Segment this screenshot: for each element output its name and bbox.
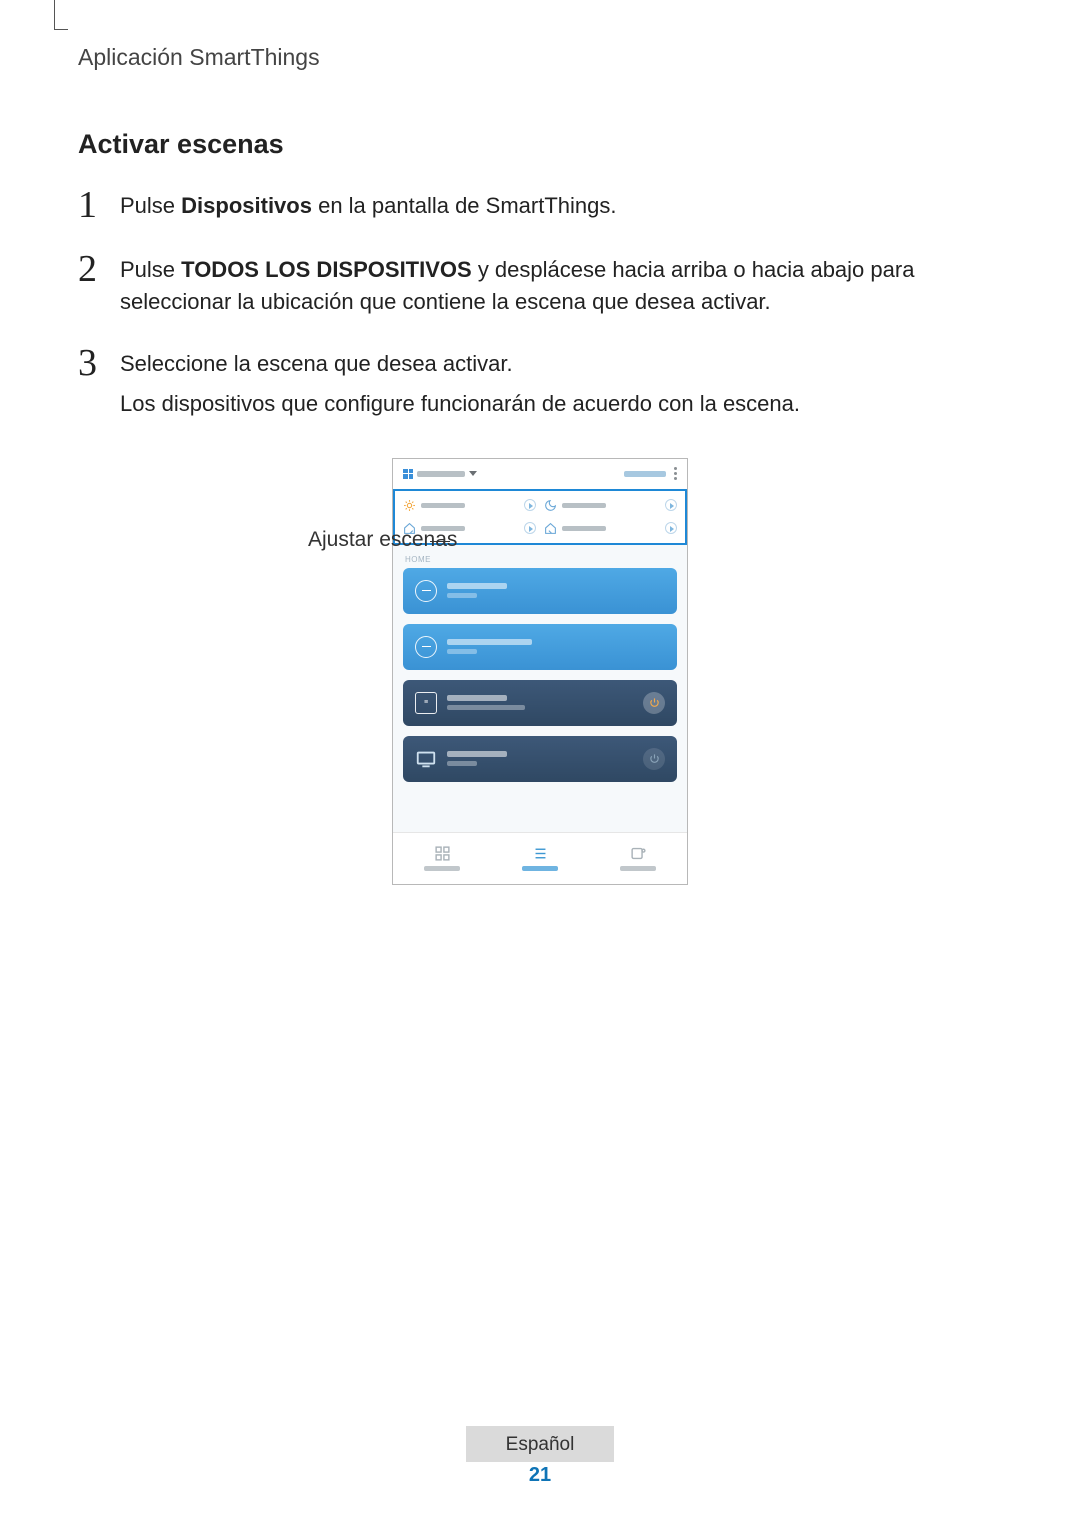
step-text-bold: Dispositivos <box>181 193 312 218</box>
ac-icon: ≡ <box>415 692 437 714</box>
tab-label <box>522 866 558 871</box>
step-number: 3 <box>78 344 120 382</box>
spacer <box>393 792 687 832</box>
tab-automations[interactable] <box>589 833 687 884</box>
device-status <box>447 705 525 710</box>
phone-topbar <box>393 459 687 489</box>
device-status <box>447 593 477 598</box>
page-content: Aplicación SmartThings Activar escenas 1… <box>0 0 1080 885</box>
device-text <box>447 695 525 710</box>
automations-icon <box>630 845 647 862</box>
page-header-title: Aplicación SmartThings <box>78 44 1002 71</box>
language-label: Español <box>466 1426 615 1462</box>
device-name <box>447 695 507 701</box>
bottom-tabbar <box>393 832 687 884</box>
play-icon[interactable] <box>524 522 536 534</box>
device-name <box>447 583 507 589</box>
step-3: 3 Seleccione la escena que desea activar… <box>78 344 1002 420</box>
tab-label <box>424 866 460 871</box>
device-card-smartthings-hub[interactable] <box>403 624 677 670</box>
device-card-list: ≡ <box>393 568 687 792</box>
chevron-down-icon <box>469 471 477 476</box>
devices-icon <box>532 845 549 862</box>
step-text-pre: Seleccione la escena que desea activar. <box>120 351 513 376</box>
home-arrive-icon <box>544 522 557 535</box>
tv-icon <box>415 748 437 770</box>
play-icon[interactable] <box>665 499 677 511</box>
tab-dashboard[interactable] <box>393 833 491 884</box>
page-footer: Español 21 <box>0 1426 1080 1487</box>
step-text-pre: Pulse <box>120 257 181 282</box>
topbar-left[interactable] <box>403 469 477 479</box>
tab-label <box>620 866 656 871</box>
device-card-wifi-hub[interactable] <box>403 568 677 614</box>
device-text <box>447 751 507 766</box>
scene-label <box>562 503 606 508</box>
crop-mark <box>54 0 68 30</box>
page-number: 21 <box>0 1464 1080 1487</box>
figure-container: Ajustar escenas <box>78 458 1002 885</box>
step-number: 1 <box>78 186 120 224</box>
all-devices-label <box>417 471 465 477</box>
topbar-right <box>624 467 677 480</box>
device-card-airconditioner[interactable]: ≡ <box>403 680 677 726</box>
device-name <box>447 751 507 757</box>
step-body: Pulse Dispositivos en la pantalla de Sma… <box>120 186 616 222</box>
hub-icon <box>415 580 437 602</box>
callout-line <box>430 541 450 542</box>
step-text-bold: TODOS LOS DISPOSITIVOS <box>181 257 472 282</box>
sun-icon <box>403 499 416 512</box>
step-number: 2 <box>78 250 120 288</box>
scene-item[interactable] <box>544 522 677 535</box>
power-icon <box>649 753 660 764</box>
device-card-tv[interactable] <box>403 736 677 782</box>
scene-label <box>562 526 606 531</box>
play-icon[interactable] <box>524 499 536 511</box>
scene-item[interactable] <box>544 499 677 512</box>
grid-icon <box>403 469 413 479</box>
power-icon <box>649 697 660 708</box>
power-button[interactable] <box>643 748 665 770</box>
callout-adjust-scenes: Ajustar escenas <box>308 528 457 552</box>
device-status <box>447 649 477 654</box>
device-text <box>447 639 532 654</box>
step-1: 1 Pulse Dispositivos en la pantalla de S… <box>78 186 1002 224</box>
step-body: Pulse TODOS LOS DISPOSITIVOS y despláces… <box>120 250 1002 318</box>
add-device-label[interactable] <box>624 471 666 477</box>
device-text <box>447 583 507 598</box>
scene-label <box>421 503 465 508</box>
power-button[interactable] <box>643 692 665 714</box>
phone-screenshot: HOME ≡ <box>392 458 688 885</box>
step-2: 2 Pulse TODOS LOS DISPOSITIVOS y desplác… <box>78 250 1002 318</box>
device-status <box>447 761 477 766</box>
play-icon[interactable] <box>665 522 677 534</box>
tab-devices[interactable] <box>491 833 589 884</box>
moon-icon <box>544 499 557 512</box>
dashboard-icon <box>434 845 451 862</box>
section-heading: Activar escenas <box>78 129 1002 160</box>
step-text-pre: Pulse <box>120 193 181 218</box>
hub-icon <box>415 636 437 658</box>
scene-item[interactable] <box>403 499 536 512</box>
step-subtext: Los dispositivos que configure funcionar… <box>120 388 800 420</box>
more-icon[interactable] <box>674 467 677 480</box>
step-body: Seleccione la escena que desea activar. … <box>120 344 800 420</box>
device-name <box>447 639 532 645</box>
step-text-post: en la pantalla de SmartThings. <box>312 193 617 218</box>
